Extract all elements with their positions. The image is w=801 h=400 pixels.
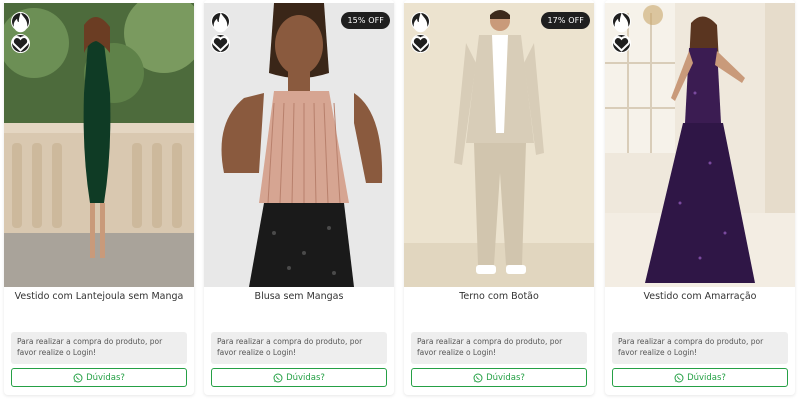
- whatsapp-button[interactable]: Dúvidas?: [11, 368, 187, 387]
- product-name[interactable]: Vestido com Amarração: [605, 291, 795, 302]
- product-card[interactable]: 15% OFF Blusa sem Mangas Para realizar a…: [204, 0, 394, 395]
- whatsapp-icon: [273, 372, 283, 383]
- product-image[interactable]: 17% OFF: [404, 3, 594, 287]
- whatsapp-button[interactable]: Dúvidas?: [411, 368, 587, 387]
- product-name[interactable]: Vestido com Lantejoula sem Manga: [4, 291, 194, 302]
- discount-badge: 15% OFF: [341, 12, 390, 29]
- product-card[interactable]: 17% OFF Terno com Botão Para realizar a …: [404, 0, 594, 395]
- login-notice: Para realizar a compra do produto, por f…: [11, 332, 187, 364]
- heart-icon[interactable]: [211, 34, 230, 53]
- login-notice: Para realizar a compra do produto, por f…: [211, 332, 387, 364]
- whatsapp-button[interactable]: Dúvidas?: [612, 368, 788, 387]
- whatsapp-label: Dúvidas?: [687, 372, 726, 383]
- heart-icon[interactable]: [11, 34, 30, 53]
- login-notice: Para realizar a compra do produto, por f…: [411, 332, 587, 364]
- product-name[interactable]: Blusa sem Mangas: [204, 291, 394, 302]
- product-card[interactable]: Vestido com Lantejoula sem Manga Para re…: [4, 0, 194, 395]
- whatsapp-label: Dúvidas?: [86, 372, 125, 383]
- whatsapp-icon: [73, 372, 83, 383]
- whatsapp-icon: [674, 372, 684, 383]
- product-image[interactable]: 15% OFF: [204, 3, 394, 287]
- heart-icon[interactable]: [612, 34, 631, 53]
- whatsapp-icon: [473, 372, 483, 383]
- product-image[interactable]: [4, 3, 194, 287]
- product-name[interactable]: Terno com Botão: [404, 291, 594, 302]
- heart-icon[interactable]: [411, 34, 430, 53]
- product-grid: Vestido com Lantejoula sem Manga Para re…: [0, 0, 801, 400]
- whatsapp-label: Dúvidas?: [486, 372, 525, 383]
- whatsapp-label: Dúvidas?: [286, 372, 325, 383]
- product-card[interactable]: Vestido com Amarração Para realizar a co…: [605, 0, 795, 395]
- whatsapp-button[interactable]: Dúvidas?: [211, 368, 387, 387]
- product-image[interactable]: [605, 3, 795, 287]
- login-notice: Para realizar a compra do produto, por f…: [612, 332, 788, 364]
- discount-badge: 17% OFF: [541, 12, 590, 29]
